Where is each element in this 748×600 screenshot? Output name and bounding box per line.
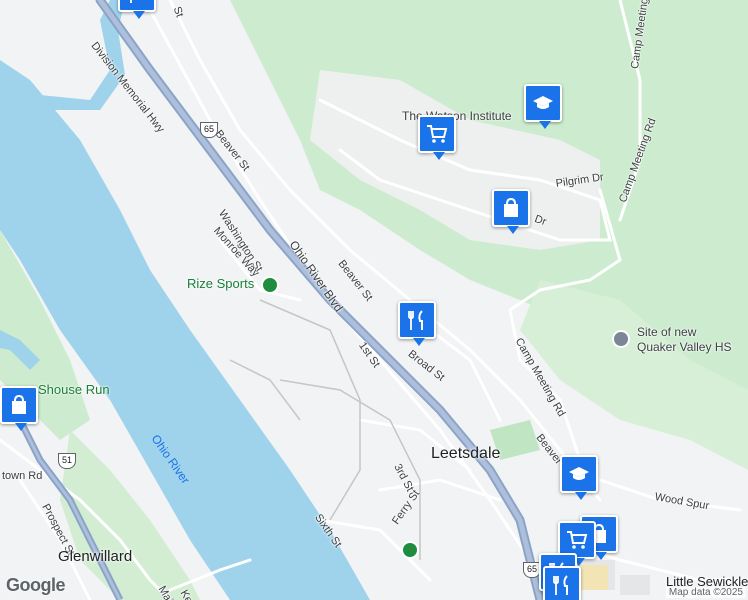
grocery-marker[interactable] (418, 115, 456, 160)
restaurant-marker-cluster-b[interactable] (543, 566, 581, 600)
poi-label-rize-sports[interactable]: Rize Sports (187, 276, 254, 291)
google-logo: Google (6, 575, 66, 595)
map-canvas[interactable]: Division Memorial Hwy Beaver St Beaver S… (0, 0, 748, 600)
shopping-bag-icon (12, 394, 26, 414)
shopping-marker[interactable] (492, 189, 530, 234)
route-65-shield-upper: 65 (200, 122, 218, 138)
poi-label-quaker-valley-line2[interactable]: Quaker Valley HS (637, 340, 731, 354)
map-base-layer (0, 0, 748, 600)
school-marker[interactable] (524, 84, 562, 129)
park-dot-icon-lower[interactable] (401, 541, 419, 559)
restaurant-icon (553, 575, 568, 595)
shopping-bag-icon (504, 197, 518, 217)
restaurant-marker[interactable] (398, 301, 436, 346)
poi-label-quaker-valley-line1[interactable]: Site of new (637, 325, 696, 339)
park-dot-icon (261, 276, 279, 294)
school-marker-lower[interactable] (560, 455, 598, 500)
school-icon (533, 96, 553, 109)
shopping-cart-icon (567, 531, 588, 549)
marker-top-partial[interactable] (118, 0, 156, 19)
school-dot-icon (612, 330, 630, 348)
place-label-leetsdale[interactable]: Leetsdale (431, 445, 500, 463)
poi-label-shouse-run[interactable]: Shouse Run (38, 382, 110, 397)
shopping-cart-icon (427, 125, 448, 143)
school-icon (569, 467, 589, 480)
restaurant-icon (130, 0, 132, 3)
place-label-glenwillard[interactable]: Glenwillard (58, 548, 132, 565)
route-51-shield: 51 (58, 453, 76, 469)
restaurant-icon (408, 310, 423, 330)
shopping-marker-left[interactable] (0, 386, 38, 431)
road-label-town-rd: town Rd (2, 470, 43, 482)
map-attribution[interactable]: Map data ©2025 (665, 587, 746, 598)
